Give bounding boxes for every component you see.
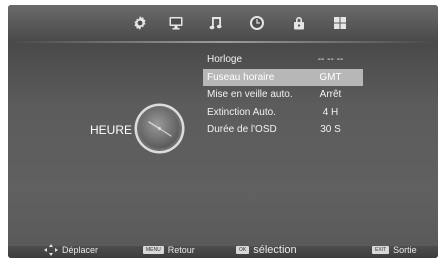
tab-screen[interactable]	[165, 12, 187, 34]
menu-item-value: -- -- --	[317, 54, 344, 66]
menu-item-osd-duration[interactable]: Durée de l'OSD 30 S	[203, 121, 363, 139]
exit-key-icon: EXIT	[372, 246, 390, 254]
ok-key-icon: OK	[236, 246, 250, 254]
menu-item-label: Horloge	[207, 54, 243, 66]
clock-icon	[250, 16, 264, 30]
menu-key-icon: MENU	[143, 246, 164, 254]
menu-item-auto-standby[interactable]: Extinction Auto. 4 H	[203, 104, 363, 122]
menu-item-label: Extinction Auto.	[207, 106, 276, 118]
hint-select-label: sélection	[253, 244, 297, 256]
menu-item-label: Fuseau horaire	[207, 71, 275, 83]
tab-time[interactable]	[246, 12, 268, 34]
tab-picture[interactable]	[129, 12, 151, 34]
menu-item-label: Durée de l'OSD	[207, 124, 277, 136]
tab-bar-divider	[8, 41, 438, 43]
clock-icon	[134, 103, 185, 154]
hint-exit: EXIT Sortie	[372, 244, 417, 256]
menu-item-sleep-timer[interactable]: Mise en veille auto. Arrêt	[203, 86, 363, 104]
hint-exit-label: Sortie	[393, 245, 417, 255]
tab-sound[interactable]	[205, 12, 227, 34]
menu-item-value: 4 H	[322, 106, 339, 118]
tab-lock[interactable]	[288, 12, 310, 34]
music-note-icon	[209, 17, 222, 30]
hint-back: MENU Retour	[143, 244, 195, 256]
menu-item-clock[interactable]: Horloge -- -- --	[203, 51, 363, 69]
hint-back-label: Retour	[167, 245, 195, 255]
menu-item-value: Arrêt	[319, 89, 342, 101]
lock-icon	[294, 17, 304, 30]
menu-item-label: Mise en veille auto.	[207, 89, 293, 101]
time-settings-menu: Horloge -- -- -- Fuseau horaire GMT Mise…	[203, 51, 363, 139]
menu-tab-bar	[8, 5, 438, 41]
dpad-arrows-icon	[44, 244, 58, 256]
menu-item-value: GMT	[319, 71, 342, 83]
monitor-icon	[169, 17, 183, 30]
hint-move-label: Déplacer	[62, 245, 99, 255]
section-title: HEURE	[90, 123, 133, 137]
tv-osd-screen: HEURE Horloge -- -- -- Fuseau horaire GM…	[8, 5, 438, 258]
hint-select: OK sélection	[236, 244, 297, 256]
menu-item-time-zone[interactable]: Fuseau horaire GMT	[203, 68, 363, 86]
tab-options[interactable]	[329, 12, 351, 34]
gear-icon	[134, 16, 146, 30]
menu-item-value: 30 S	[320, 124, 341, 136]
grid-icon	[334, 17, 346, 29]
hint-move: Déplacer	[44, 244, 98, 256]
